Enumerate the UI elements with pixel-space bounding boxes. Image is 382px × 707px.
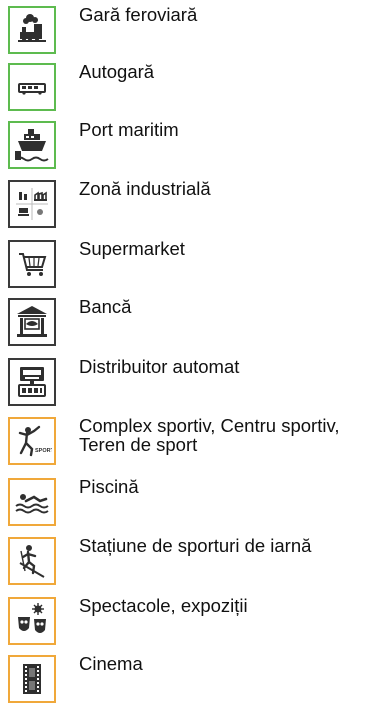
shopping-cart-icon — [8, 240, 56, 288]
atm-icon — [8, 358, 56, 406]
sport-icon: SPORT — [8, 417, 56, 465]
industry-icon — [8, 180, 56, 228]
legend-label: Zonă industrială — [79, 178, 211, 199]
legend-label: Complex sportiv, Centru sportiv, Teren d… — [79, 415, 340, 455]
legend-label: Piscină — [79, 476, 139, 497]
svg-text:SPORT: SPORT — [35, 448, 52, 454]
legend-label: Distribuitor automat — [79, 356, 240, 377]
bank-icon — [8, 298, 56, 346]
legend-label: Stațiune de sporturi de iarnă — [79, 535, 312, 556]
legend-label: Gară feroviară — [79, 4, 198, 25]
ship-icon — [8, 121, 56, 169]
theatre-masks-icon — [8, 597, 56, 645]
bus-icon — [8, 63, 56, 111]
cinema-film-icon — [8, 655, 56, 703]
legend-label: Spectacole, expoziții — [79, 595, 248, 616]
legend-label: Supermarket — [79, 238, 185, 259]
train-icon — [8, 6, 56, 54]
legend-label: Autogară — [79, 61, 155, 82]
skiing-icon — [8, 537, 56, 585]
swimming-icon — [8, 478, 56, 526]
legend-label: Port maritim — [79, 119, 179, 140]
legend-label: Cinema — [79, 653, 143, 674]
legend-label: Bancă — [79, 296, 132, 317]
